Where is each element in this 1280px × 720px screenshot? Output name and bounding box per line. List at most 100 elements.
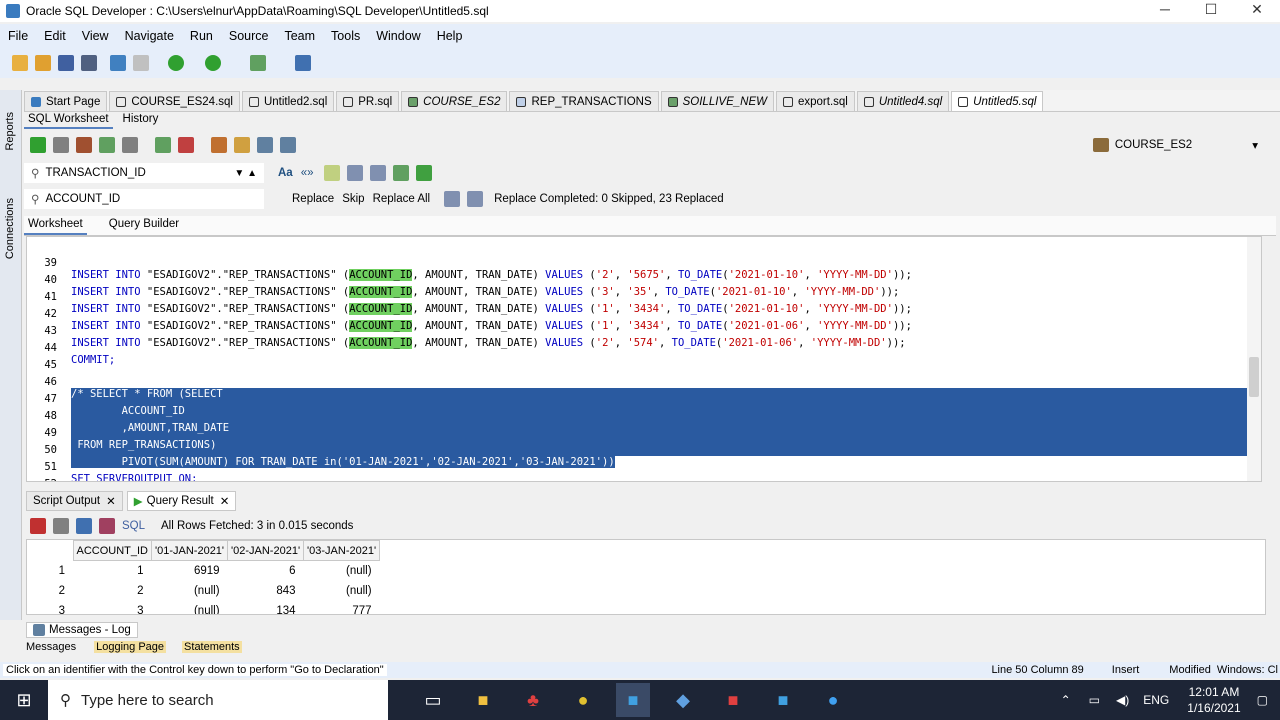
close-button[interactable]: ✕ — [1234, 0, 1280, 22]
virtualbox-icon[interactable]: ◆ — [666, 683, 700, 717]
menu-file[interactable]: File — [8, 29, 28, 43]
code-editor[interactable]: 39 INSERT INTO "ESADIGOV2"."REP_TRANSACT… — [26, 236, 1262, 482]
sql-history-icon[interactable] — [257, 137, 273, 153]
tab-query-builder[interactable]: Query Builder — [105, 216, 183, 235]
tab-export[interactable]: export.sql — [776, 91, 855, 111]
regex-icon[interactable] — [369, 165, 386, 181]
replace-input[interactable]: ⚲ ACCOUNT_ID — [24, 189, 264, 209]
tab-course-es24[interactable]: COURSE_ES24.sql — [109, 91, 240, 111]
tab-messages[interactable]: Messages — [26, 641, 76, 653]
export-icon[interactable] — [99, 518, 115, 534]
menu-run[interactable]: Run — [190, 29, 213, 43]
network-app-icon[interactable]: ♣ — [516, 683, 550, 717]
close-icon[interactable]: ✕ — [220, 494, 230, 508]
column-header[interactable]: ACCOUNT_ID — [72, 540, 153, 561]
replace-all-button[interactable]: Replace All — [373, 193, 431, 205]
sql-label[interactable]: SQL — [122, 520, 145, 532]
menu-navigate[interactable]: Navigate — [125, 29, 174, 43]
sql-developer-icon[interactable]: ■ — [616, 683, 650, 717]
chevron-down-icon[interactable]: ▼ ▲ — [234, 168, 257, 179]
whole-word-toggle[interactable]: «» — [301, 167, 314, 179]
run-script-icon[interactable] — [53, 137, 69, 153]
format-icon[interactable] — [280, 137, 296, 153]
wrap-icon[interactable] — [346, 165, 363, 181]
highlight-icon[interactable] — [323, 165, 340, 181]
task-view-icon[interactable]: ▭ — [416, 683, 450, 717]
tab-soillive-new[interactable]: SOILLIVE_NEW — [660, 91, 774, 111]
filter-icon[interactable] — [467, 191, 484, 207]
tab-query-result[interactable]: ▶ Query Result ✕ — [126, 491, 237, 511]
notification-icon[interactable]: ▢ — [1257, 693, 1268, 707]
column-header[interactable]: '01-JAN-2021' — [151, 540, 229, 561]
unshared-sql-icon[interactable] — [211, 137, 227, 153]
connections-panel-label[interactable]: Connections — [4, 198, 16, 259]
refresh-icon[interactable] — [76, 518, 92, 534]
run-statement-icon[interactable] — [30, 137, 46, 153]
menu-help[interactable]: Help — [437, 29, 463, 43]
connection-selector[interactable]: COURSE_ES2 ▾ — [1092, 134, 1258, 156]
taskbar-search[interactable]: ⚲ Type here to search — [48, 680, 388, 720]
zoom-icon[interactable]: ● — [816, 683, 850, 717]
tab-sql-worksheet[interactable]: SQL Worksheet — [24, 113, 113, 129]
table-row[interactable]: 2 2 (null) 843 (null) — [27, 581, 380, 601]
save-all-icon[interactable] — [81, 55, 97, 71]
rollback-icon[interactable] — [178, 137, 194, 153]
scroll-thumb[interactable] — [1249, 357, 1259, 397]
tab-worksheet[interactable]: Worksheet — [24, 216, 87, 235]
sql-icon[interactable] — [250, 55, 266, 71]
menu-tools[interactable]: Tools — [331, 29, 360, 43]
redo-icon[interactable] — [133, 55, 149, 71]
column-header[interactable]: '03-JAN-2021' — [303, 540, 381, 561]
battery-icon[interactable]: ▭ — [1089, 693, 1100, 707]
menu-window[interactable]: Window — [376, 29, 420, 43]
volume-icon[interactable]: ◀) — [1116, 693, 1129, 707]
menu-source[interactable]: Source — [229, 29, 269, 43]
match-case-toggle[interactable]: Aa — [278, 167, 293, 179]
open-icon[interactable] — [35, 55, 51, 71]
table-row[interactable]: 3 3 (null) 134 777 — [27, 601, 380, 615]
replace-button[interactable]: Replace — [292, 193, 334, 205]
menu-view[interactable]: View — [82, 29, 109, 43]
result-grid[interactable]: ACCOUNT_ID '01-JAN-2021' '02-JAN-2021' '… — [26, 539, 1266, 615]
binoculars-icon[interactable] — [295, 55, 311, 71]
tab-untitled2[interactable]: Untitled2.sql — [241, 91, 335, 111]
eraser-icon[interactable] — [234, 137, 250, 153]
maximize-button[interactable]: ☐ — [1188, 0, 1234, 22]
media-icon[interactable]: ■ — [766, 683, 800, 717]
toolbox-icon[interactable]: ■ — [716, 683, 750, 717]
undo-icon[interactable] — [110, 55, 126, 71]
menu-team[interactable]: Team — [284, 29, 315, 43]
column-header[interactable]: '02-JAN-2021' — [227, 540, 305, 561]
close-icon[interactable]: ✕ — [106, 494, 116, 508]
find-input[interactable]: ⚲ TRANSACTION_ID ▼ ▲ — [24, 163, 264, 183]
messages-log-tab[interactable]: Messages - Log — [26, 622, 138, 638]
autotrace-icon[interactable] — [76, 137, 92, 153]
chevron-up-icon[interactable]: ⌃ — [1061, 693, 1071, 707]
editor-scrollbar[interactable] — [1247, 237, 1261, 481]
file-explorer-icon[interactable]: ■ — [466, 683, 500, 717]
tab-history[interactable]: History — [119, 113, 163, 129]
windows-start-icon[interactable]: ⊞ — [0, 690, 48, 711]
table-row[interactable]: 1 1 6919 6 (null) — [27, 561, 380, 581]
print-icon[interactable] — [53, 518, 69, 534]
sql-tuning-icon[interactable] — [122, 137, 138, 153]
chrome-icon[interactable]: ● — [566, 683, 600, 717]
tab-script-output[interactable]: Script Output ✕ — [26, 491, 123, 511]
minimize-button[interactable]: ─ — [1142, 0, 1188, 22]
new-icon[interactable] — [12, 55, 28, 71]
pin-icon[interactable] — [30, 518, 46, 534]
save-icon[interactable] — [58, 55, 74, 71]
tab-start-page[interactable]: Start Page — [24, 91, 108, 111]
tab-pr[interactable]: PR.sql — [336, 91, 400, 111]
reports-panel-label[interactable]: Reports — [4, 112, 16, 151]
selection-icon[interactable] — [392, 165, 409, 181]
tab-rep-transactions[interactable]: REP_TRANSACTIONS — [509, 91, 659, 111]
explain-plan-icon[interactable] — [99, 137, 115, 153]
menu-edit[interactable]: Edit — [44, 29, 66, 43]
tab-course-es2[interactable]: COURSE_ES2 — [401, 91, 508, 111]
forward-icon[interactable] — [205, 55, 221, 71]
tab-logging-page[interactable]: Logging Page — [94, 641, 167, 653]
back-icon[interactable] — [168, 55, 184, 71]
commit-icon[interactable] — [155, 137, 171, 153]
clock[interactable]: 12:01 AM 1/16/2021 — [1187, 684, 1240, 716]
